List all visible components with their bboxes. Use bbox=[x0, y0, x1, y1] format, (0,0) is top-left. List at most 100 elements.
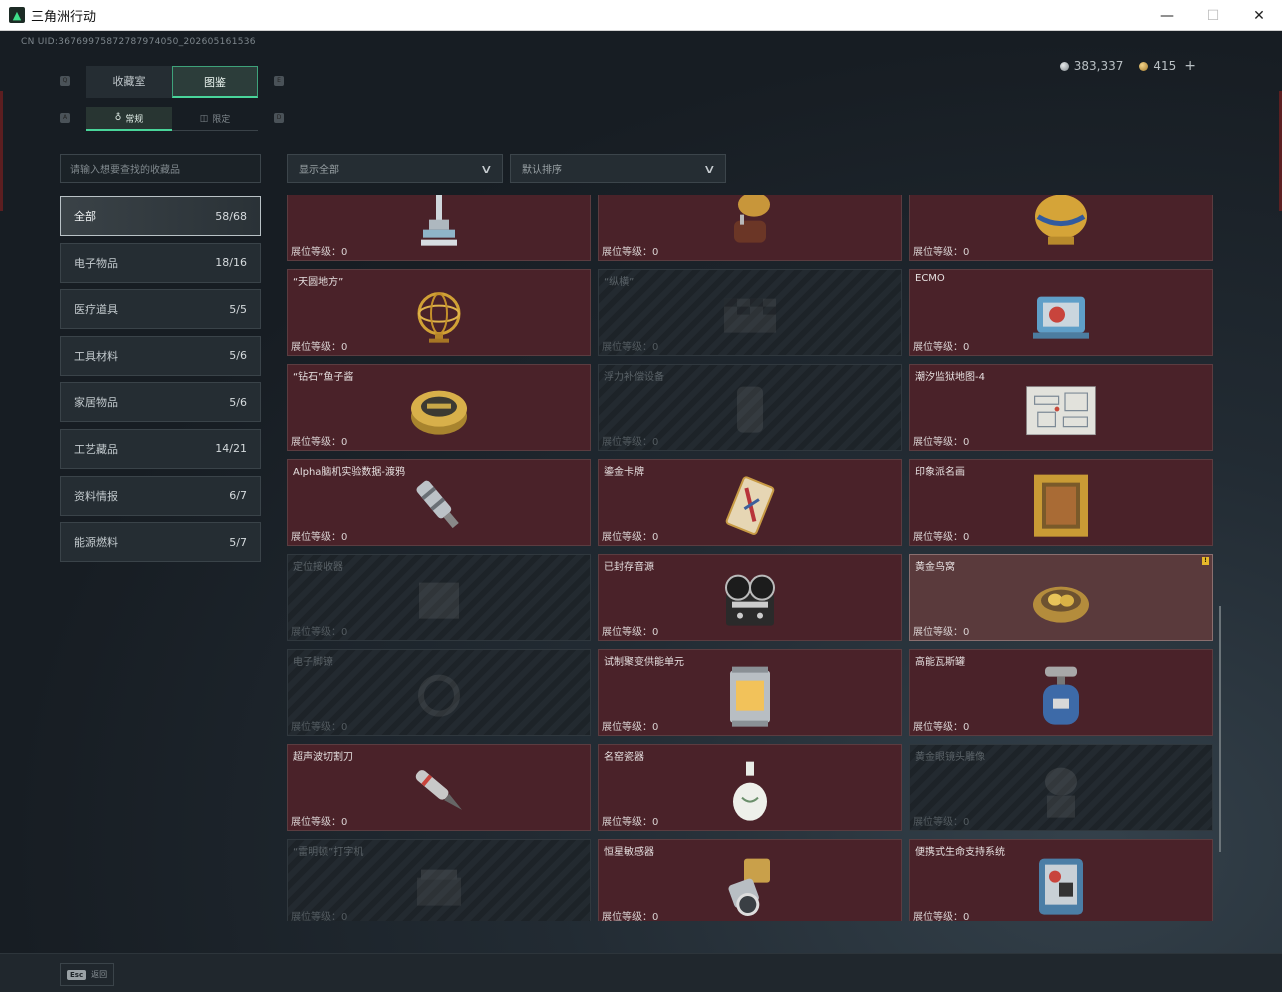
ecmo-machine-icon bbox=[1025, 282, 1097, 348]
silver-coin-icon bbox=[1059, 61, 1069, 71]
back-label: 返回 bbox=[91, 970, 108, 979]
player-uid: CN UID:36769975872787974050_202605161536 bbox=[21, 37, 256, 47]
back-button[interactable]: Esc 返回 bbox=[60, 963, 115, 986]
collection-item-card[interactable]: 印象派名画 展位等级：0 bbox=[909, 459, 1213, 546]
grid-scrollbar[interactable] bbox=[1219, 606, 1221, 852]
collection-item-card[interactable]: 黄金鸟窝 展位等级：0! bbox=[909, 554, 1213, 641]
collection-item-card[interactable]: 展位等级：0 bbox=[287, 195, 591, 261]
collection-item-card[interactable]: 已封存音源 展位等级：0 bbox=[598, 554, 902, 641]
collection-item-card[interactable]: ECMO 展位等级：0 bbox=[909, 269, 1213, 356]
booth-level: 展位等级：0 bbox=[913, 437, 970, 448]
star-sensor-icon bbox=[714, 852, 786, 918]
gilded-card-icon bbox=[714, 472, 786, 538]
collection-item-card[interactable]: 潮汐监狱地图-4 展位等级：0 bbox=[909, 364, 1213, 451]
item-name: ECMO bbox=[915, 273, 945, 284]
booth-level: 展位等级：0 bbox=[291, 627, 348, 638]
booth-level: 展位等级：0 bbox=[602, 437, 659, 448]
category-tools[interactable]: 工具材料 5/6 bbox=[60, 335, 261, 376]
collection-item-card[interactable]: 黄金眼镜头雕像 展位等级：0 bbox=[909, 744, 1213, 831]
tab-collection-room[interactable]: 收藏室 bbox=[86, 66, 172, 98]
collection-item-card[interactable]: 展位等级：0 bbox=[598, 195, 902, 261]
category-label: 能源燃料 bbox=[74, 536, 118, 550]
add-currency-button[interactable]: + bbox=[1184, 58, 1196, 74]
caviar-tin-icon bbox=[403, 377, 475, 443]
filter-dropdown[interactable]: 显示全部 ∨ bbox=[287, 154, 503, 183]
item-name: 浮力补偿设备 bbox=[604, 372, 664, 383]
gold-amount: 415 bbox=[1153, 59, 1177, 73]
item-name: 鎏金卡牌 bbox=[604, 467, 644, 478]
key-hint-q: Q bbox=[60, 76, 70, 86]
item-name: 名窑瓷器 bbox=[604, 752, 644, 763]
collection-item-card[interactable]: 恒星敏感器展位等级：0 bbox=[598, 839, 902, 921]
window-title: 三角洲行动 bbox=[31, 9, 97, 25]
collection-item-card[interactable]: 超声波切割刀 展位等级：0 bbox=[287, 744, 591, 831]
gold-currency[interactable]: 415 + bbox=[1139, 58, 1196, 74]
category-count: 14/21 bbox=[215, 442, 247, 456]
category-intel[interactable]: 资料情报 6/7 bbox=[60, 475, 261, 516]
collection-item-card[interactable]: “纵横” 展位等级：0 bbox=[598, 269, 902, 356]
collection-item-card[interactable]: 鎏金卡牌展位等级：0 bbox=[598, 459, 902, 546]
chevron-down-icon: ∨ bbox=[480, 161, 494, 176]
category-all[interactable]: 全部 58/68 bbox=[60, 196, 261, 236]
tab-regular-label: 常规 bbox=[125, 114, 144, 125]
item-name: “钻石”鱼子酱 bbox=[293, 372, 354, 383]
booth-level: 展位等级：0 bbox=[291, 817, 348, 828]
item-name: “纵横” bbox=[604, 277, 635, 288]
collection-item-card[interactable]: 电子脚镣展位等级：0 bbox=[287, 649, 591, 736]
search-input[interactable]: 请输入想要查找的收藏品 bbox=[60, 154, 261, 183]
sort-dropdown[interactable]: 默认排序 ∨ bbox=[510, 154, 726, 183]
silver-amount: 383,337 bbox=[1073, 59, 1124, 73]
sort-dropdown-value: 默认排序 bbox=[522, 165, 562, 176]
collection-item-card[interactable]: 定位接收器展位等级：0 bbox=[287, 554, 591, 641]
booth-level: 展位等级：0 bbox=[291, 437, 348, 448]
category-crafts[interactable]: 工艺藏品 14/21 bbox=[60, 428, 261, 469]
booth-level: 展位等级：0 bbox=[602, 817, 659, 828]
close-button[interactable]: ✕ bbox=[1236, 0, 1282, 31]
silver-currency: 383,337 bbox=[1059, 59, 1124, 73]
tab-limited[interactable]: ◫ 限定 bbox=[172, 107, 258, 131]
sub-tabs: ♁ 常规 ◫ 限定 bbox=[86, 107, 258, 131]
collection-item-card[interactable]: “钻石”鱼子酱 展位等级：0 bbox=[287, 364, 591, 451]
collection-item-card[interactable]: “天圆地方” 展位等级：0 bbox=[287, 269, 591, 356]
window-titlebar: ▲ 三角洲行动 — ☐ ✕ bbox=[0, 0, 1282, 31]
collection-item-card[interactable]: 高能瓦斯罐 展位等级：0 bbox=[909, 649, 1213, 736]
item-name: 电子脚镣 bbox=[293, 657, 333, 668]
life-support-icon bbox=[1025, 852, 1097, 918]
tab-catalog[interactable]: 图鉴 bbox=[172, 66, 258, 98]
booth-level: 展位等级：0 bbox=[602, 532, 659, 543]
item-name: 印象派名画 bbox=[915, 467, 965, 478]
armillary-sphere-icon bbox=[403, 282, 475, 348]
collection-item-card[interactable]: 名窑瓷器展位等级：0 bbox=[598, 744, 902, 831]
item-name: 已封存音源 bbox=[604, 562, 654, 573]
collection-item-card[interactable]: 浮力补偿设备 展位等级：0 bbox=[598, 364, 902, 451]
key-hint-a: A bbox=[60, 113, 70, 123]
category-household[interactable]: 家居物品 5/6 bbox=[60, 382, 261, 423]
collection-item-card[interactable]: 展位等级：0 bbox=[909, 195, 1213, 261]
item-name: 黄金鸟窝 bbox=[915, 562, 955, 573]
booth-level: 展位等级：0 bbox=[913, 342, 970, 353]
booth-level: 展位等级：0 bbox=[913, 627, 970, 638]
item-name: 恒星敏感器 bbox=[604, 847, 654, 858]
booth-level: 展位等级：0 bbox=[913, 912, 970, 921]
category-medical[interactable]: 医疗道具 5/5 bbox=[60, 289, 261, 330]
collection-item-card[interactable]: 便携式生命支持系统 展位等级：0 bbox=[909, 839, 1213, 921]
item-name: 试制聚变供能单元 bbox=[604, 657, 684, 668]
gramophone-icon bbox=[714, 195, 786, 253]
data-canister-icon bbox=[403, 472, 475, 538]
tab-regular[interactable]: ♁ 常规 bbox=[86, 107, 172, 131]
booth-level: 展位等级：0 bbox=[291, 912, 348, 921]
category-count: 5/5 bbox=[229, 302, 247, 316]
maximize-button[interactable]: ☐ bbox=[1190, 0, 1236, 31]
booth-level: 展位等级：0 bbox=[291, 722, 348, 733]
booth-level: 展位等级：0 bbox=[602, 912, 659, 921]
collection-item-card[interactable]: “雷明顿”打字机 展位等级：0 bbox=[287, 839, 591, 921]
minimize-button[interactable]: — bbox=[1144, 0, 1190, 31]
main-tabs: 收藏室 图鉴 bbox=[86, 66, 258, 98]
framed-painting-icon bbox=[1025, 472, 1097, 538]
category-count: 18/16 bbox=[215, 256, 247, 270]
category-electronics[interactable]: 电子物品 18/16 bbox=[60, 242, 261, 283]
item-name: 定位接收器 bbox=[293, 562, 343, 573]
collection-item-card[interactable]: Alpha脑机实验数据-渡鸦 展位等级：0 bbox=[287, 459, 591, 546]
category-energy[interactable]: 能源燃料 5/7 bbox=[60, 522, 261, 563]
collection-item-card[interactable]: 试制聚变供能单元 展位等级：0 bbox=[598, 649, 902, 736]
